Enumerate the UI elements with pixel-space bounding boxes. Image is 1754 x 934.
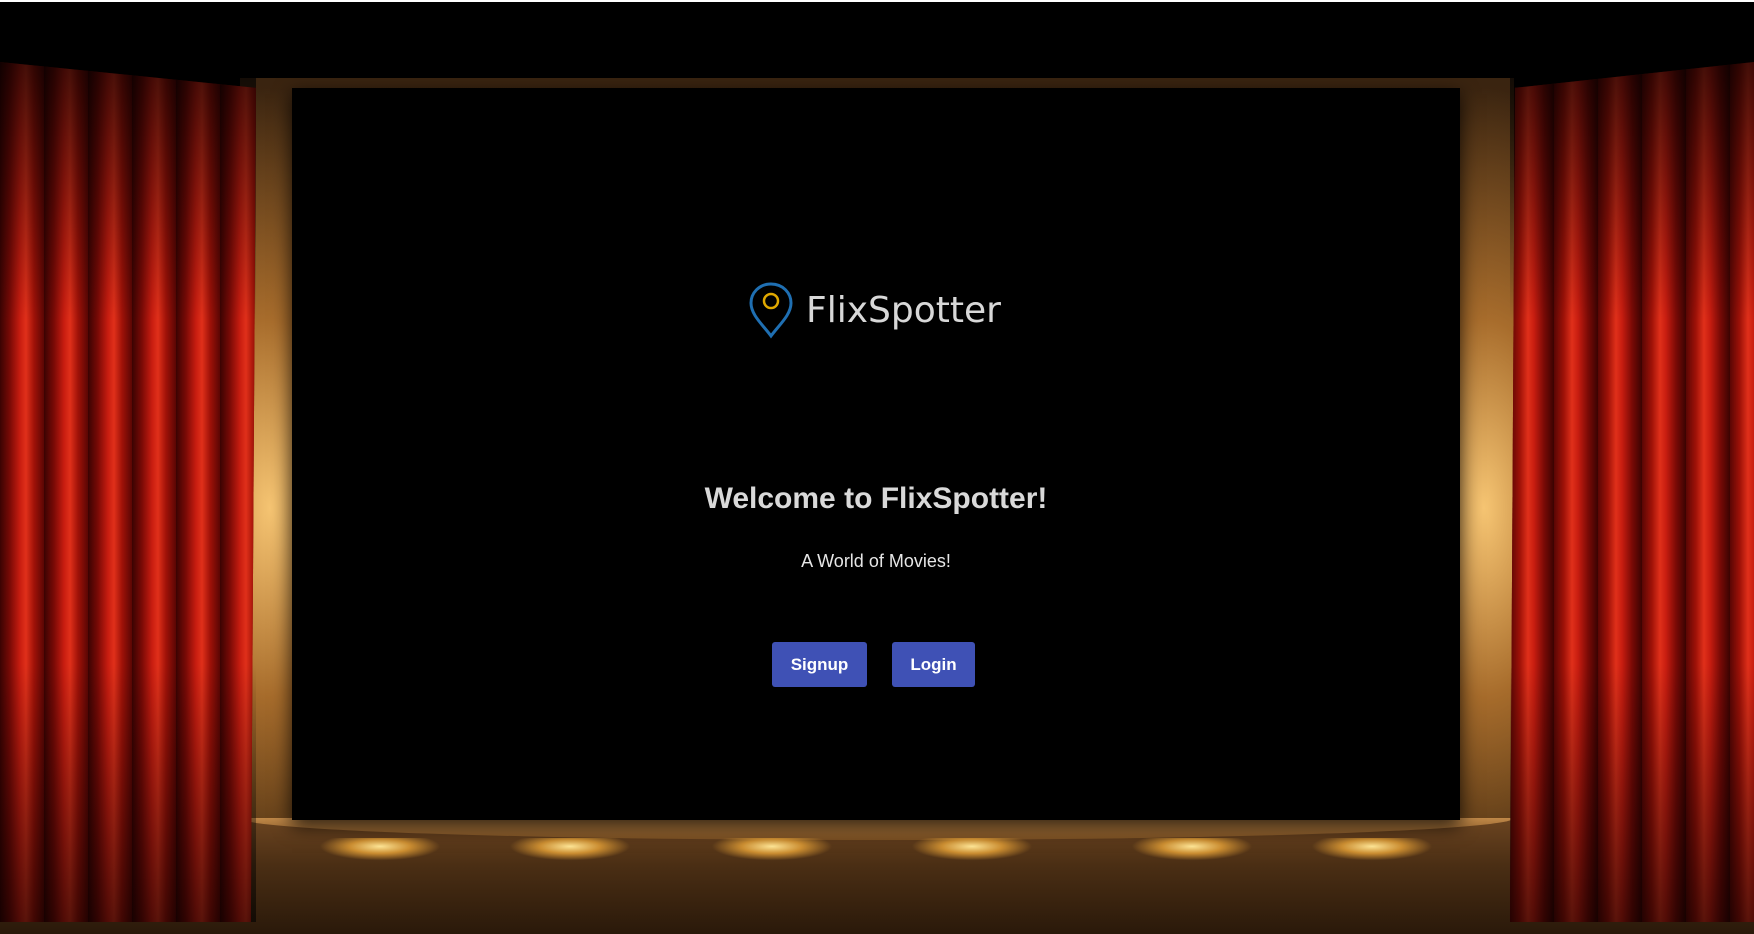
login-button[interactable]: Login [892,642,975,687]
left-curtain [0,62,256,922]
signup-button[interactable]: Signup [772,642,867,687]
map-pin-icon [748,281,794,339]
brand-logo: FlixSpotter [748,281,1001,339]
page-title: Welcome to FlixSpotter! [704,482,1048,515]
tagline: A World of Movies! [801,551,951,571]
footlight [1132,838,1252,866]
top-border [0,0,1754,2]
footlight [1312,838,1432,866]
brand-name: FlixSpotter [806,289,1001,331]
movie-screen [292,88,1460,820]
footlight [320,838,440,866]
footlight [712,838,832,866]
footlight [510,838,630,866]
right-curtain [1510,62,1754,922]
footlight [912,838,1032,866]
theater-background: FlixSpotter Welcome to FlixSpotter! A Wo… [0,0,1754,934]
